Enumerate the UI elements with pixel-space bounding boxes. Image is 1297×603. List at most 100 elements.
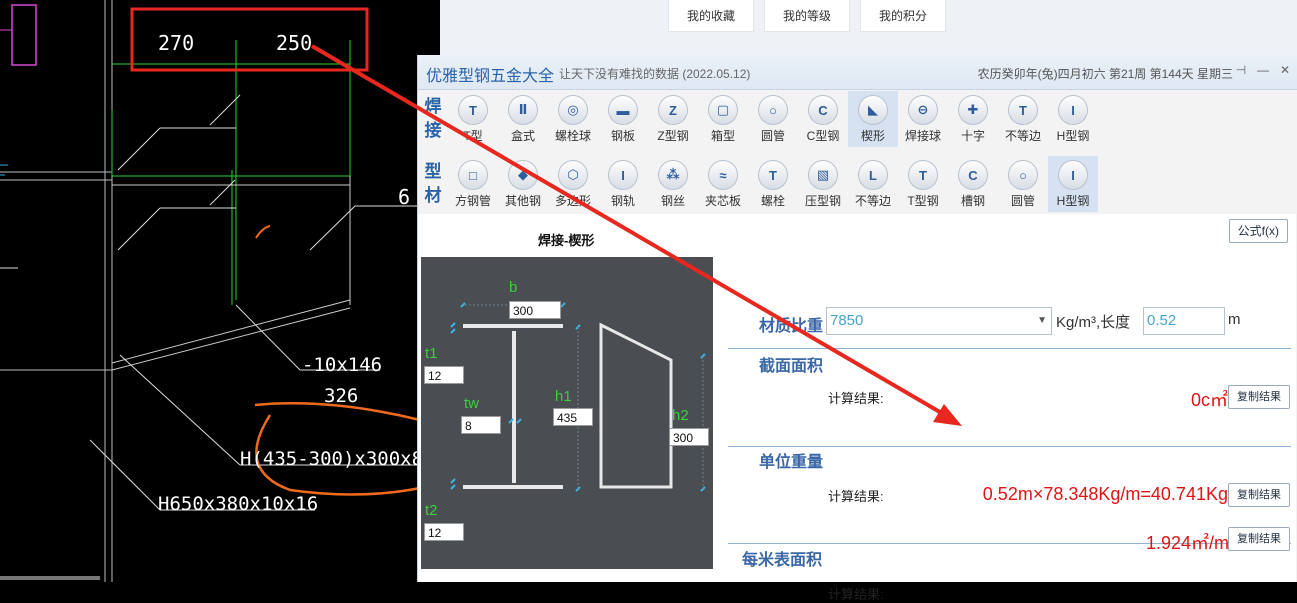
calc-label-surface: 计算结果:: [828, 587, 884, 602]
profile-tool-0[interactable]: □ 方钢管: [448, 156, 498, 212]
section-shape-icon: T: [758, 160, 788, 190]
section-shape-icon: C: [958, 160, 988, 190]
cad-label-6: 6: [398, 185, 410, 209]
tool-label: 螺栓球: [554, 129, 591, 143]
density-unit: Kg/m³,长度: [1056, 314, 1131, 331]
divider: [728, 446, 1291, 447]
t2-input[interactable]: 12: [424, 523, 464, 541]
weld-tool-10[interactable]: ✚ 十字: [948, 91, 998, 147]
tool-label: 焊接球: [904, 129, 941, 143]
tool-label: 螺栓: [760, 194, 785, 208]
profile-tool-10[interactable]: C 槽钢: [948, 156, 998, 212]
density-select[interactable]: 7850 ▼: [826, 307, 1052, 335]
tool-label: 不等边: [1004, 129, 1041, 143]
copy-result-surface-button[interactable]: 复制结果: [1228, 527, 1290, 551]
profile-tool-4[interactable]: ⁂ 钢丝: [648, 156, 698, 212]
section-shape-icon: ⁂: [658, 160, 688, 190]
section-shape-icon: T: [1008, 95, 1038, 125]
title-bar[interactable]: 优雅型钢五金大全 让天下没有难找的数据 (2022.05.12) 农历癸卯年(兔…: [418, 55, 1297, 90]
tool-label: H型钢: [1056, 129, 1090, 143]
weld-tool-5[interactable]: ▢ 箱型: [698, 91, 748, 147]
calc-panel: 公式f(x) 焊接-楔形 b 300 t1 12 tw 8 h1 435 h2 …: [418, 214, 1296, 602]
weld-tool-1[interactable]: Ⅱ 盒式: [498, 91, 548, 147]
weld-tool-8[interactable]: ◣ 楔形: [848, 91, 898, 147]
section-shape-icon: ▬: [608, 95, 638, 125]
minimize-button[interactable]: —: [1255, 63, 1271, 77]
profile-tool-6[interactable]: T 螺栓: [748, 156, 798, 212]
profile-tool-8[interactable]: L 不等边: [848, 156, 898, 212]
tool-label: T型: [463, 129, 483, 143]
divider: [728, 348, 1291, 349]
pin-icon[interactable]: ⊣: [1233, 63, 1249, 77]
cad-hsection-1: H(435-300)x300x8x12: [240, 448, 440, 470]
close-button[interactable]: ✕: [1277, 63, 1293, 77]
weld-tool-3[interactable]: ▬ 钢板: [598, 91, 648, 147]
section-shape-icon: ○: [1008, 160, 1038, 190]
section-shape-icon: ▧: [808, 160, 838, 190]
h2-label: h2: [672, 407, 689, 424]
tool-label: 钢板: [610, 129, 635, 143]
profile-tool-3[interactable]: I 钢轨: [598, 156, 648, 212]
t2-label: t2: [425, 502, 438, 519]
tw-label: tw: [464, 395, 479, 412]
my-level-button[interactable]: 我的等级: [764, 0, 850, 32]
lunar-date: 农历癸卯年(兔)四月初六 第21周 第144天 星期三: [977, 67, 1233, 81]
tool-label: 槽钢: [960, 194, 985, 208]
section-shape-icon: ≈: [708, 160, 738, 190]
section-shape-icon: ⬡: [558, 160, 588, 190]
section-shape-icon: ◣: [858, 95, 888, 125]
profile-tool-7[interactable]: ▧ 压型钢: [798, 156, 848, 212]
weld-tool-12[interactable]: I H型钢: [1048, 91, 1098, 147]
group-label-weld: 焊接: [424, 97, 442, 140]
tool-label: C型钢: [806, 129, 840, 143]
cad-drawing-area[interactable]: 270 250 6 -10x146 326 H(435-300)x300x8x1…: [0, 0, 440, 582]
tool-label: T型钢: [907, 194, 939, 208]
section-shape-icon: ○: [758, 95, 788, 125]
cad-dim-270: 270: [158, 31, 194, 55]
tw-input[interactable]: 8: [461, 416, 501, 434]
weld-tool-9[interactable]: ⊖ 焊接球: [898, 91, 948, 147]
tool-label: 盒式: [510, 129, 535, 143]
weld-tool-0[interactable]: T T型: [448, 91, 498, 147]
h1-label: h1: [555, 388, 572, 405]
h1-input[interactable]: 435: [553, 408, 593, 426]
copy-result-area-button[interactable]: 复制结果: [1228, 385, 1290, 409]
length-input[interactable]: 0.52: [1143, 307, 1225, 335]
my-points-button[interactable]: 我的积分: [860, 0, 946, 32]
weld-tool-6[interactable]: ○ 圆管: [748, 91, 798, 147]
weld-tool-4[interactable]: Z Z型钢: [648, 91, 698, 147]
section-shape-icon: L: [858, 160, 888, 190]
profile-tool-9[interactable]: T T型钢: [898, 156, 948, 212]
result-weight: 0.52m×78.348Kg/m=40.741Kg: [982, 484, 1228, 504]
my-favorites-button[interactable]: 我的收藏: [668, 0, 754, 32]
group-label-profile: 型材: [424, 162, 442, 205]
b-input[interactable]: 300: [509, 301, 561, 319]
tool-label: 多边形: [554, 194, 591, 208]
calc-label-area: 计算结果:: [828, 391, 884, 406]
section-shape-icon: T: [458, 95, 488, 125]
tool-label: 钢轨: [610, 194, 635, 208]
cad-dim-250: 250: [276, 31, 312, 55]
profile-tool-11[interactable]: ○ 圆管: [998, 156, 1048, 212]
t1-input[interactable]: 12: [424, 366, 464, 384]
profile-tool-2[interactable]: ⬡ 多边形: [548, 156, 598, 212]
section-title-surface: 每米表面积: [742, 552, 823, 569]
profile-tool-1[interactable]: ◆ 其他钢: [498, 156, 548, 212]
h2-input[interactable]: 300: [669, 428, 709, 446]
weld-tool-2[interactable]: ◎ 螺栓球: [548, 91, 598, 147]
weld-tool-11[interactable]: T 不等边: [998, 91, 1048, 147]
tool-label: 方钢管: [454, 194, 491, 208]
result-area: 0c㎡: [1190, 390, 1228, 410]
profile-tool-12[interactable]: I H型钢: [1048, 156, 1098, 212]
weld-tool-7[interactable]: C C型钢: [798, 91, 848, 147]
b-label: b: [509, 279, 518, 296]
profile-tool-5[interactable]: ≈ 夹芯板: [698, 156, 748, 212]
copy-result-weight-button[interactable]: 复制结果: [1228, 483, 1290, 507]
app-title: 优雅型钢五金大全: [426, 68, 555, 85]
formula-button[interactable]: 公式f(x): [1228, 219, 1288, 243]
section-shape-icon: ✚: [958, 95, 988, 125]
tool-label: 其他钢: [504, 194, 541, 208]
t1-label: t1: [425, 345, 438, 362]
cad-plate-label: -10x146: [302, 354, 382, 376]
density-value: 7850: [830, 312, 864, 329]
